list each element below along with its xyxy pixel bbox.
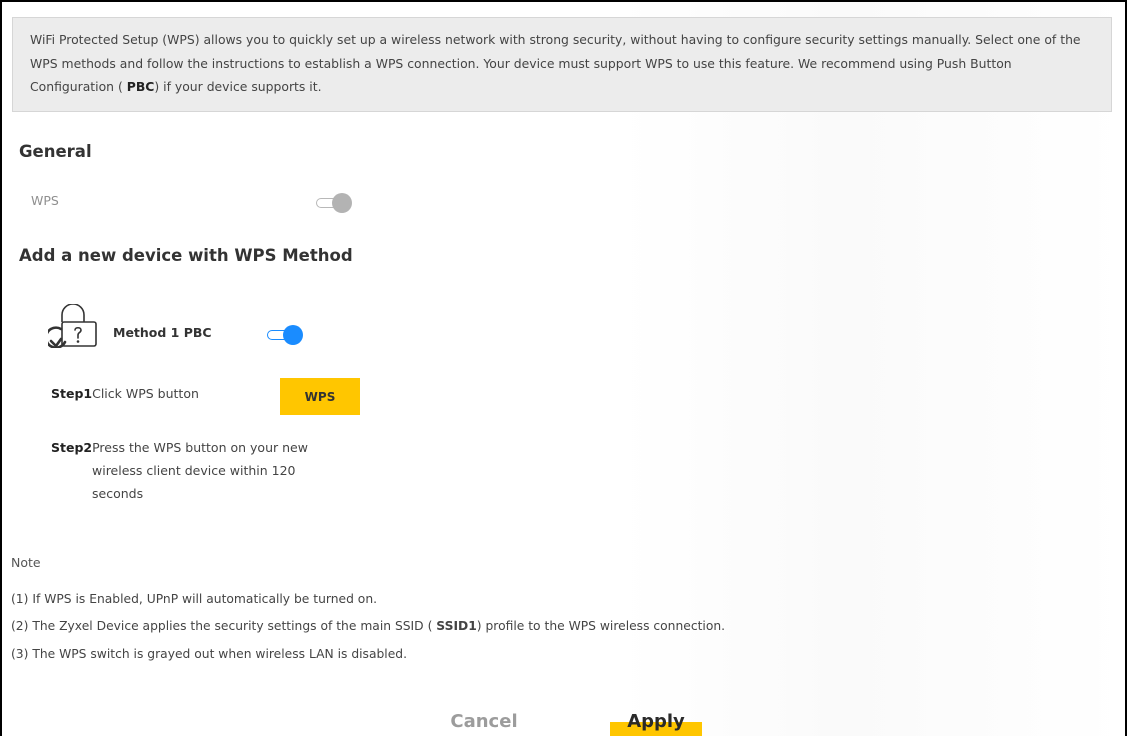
step2-number: Step2 xyxy=(51,440,93,455)
method-1-pbc-label: Method 1 PBC xyxy=(113,325,212,340)
wps-push-button[interactable]: WPS xyxy=(280,378,360,415)
step2-line2: wireless client device within 120 xyxy=(92,463,296,478)
note-line-2: (2) The Zyxel Device applies the securit… xyxy=(11,619,725,633)
wps-toggle-knob xyxy=(332,193,352,213)
note-ssid1-bold: SSID1 xyxy=(436,619,477,633)
add-device-heading: Add a new device with WPS Method xyxy=(19,246,353,265)
note-title: Note xyxy=(11,555,41,570)
info-text-end: ) if your device supports it. xyxy=(154,79,322,94)
note-line-2-end: ) profile to the WPS wireless connection… xyxy=(476,619,726,633)
wps-toggle[interactable] xyxy=(316,193,352,213)
info-pbc-bold: PBC xyxy=(126,79,155,94)
step1-number: Step1 xyxy=(51,386,93,401)
apply-button[interactable]: Apply xyxy=(610,705,702,736)
note-line-1: (1) If WPS is Enabled, UPnP will automat… xyxy=(11,592,378,606)
wps-settings-panel: WiFi Protected Setup (WPS) allows you to… xyxy=(0,0,1127,736)
wps-info-box: WiFi Protected Setup (WPS) allows you to… xyxy=(12,17,1112,112)
step2-line1: Press the WPS button on your new xyxy=(92,440,308,455)
note-line-2-start: (2) The Zyxel Device applies the securit… xyxy=(11,619,437,633)
lock-refresh-icon xyxy=(48,304,97,348)
cancel-button[interactable]: Cancel xyxy=(442,705,526,736)
wps-label: WPS xyxy=(31,193,59,208)
method-1-pbc-toggle[interactable] xyxy=(267,325,303,345)
step2-instruction: Step2Press the WPS button on your new wi… xyxy=(51,436,361,505)
method-toggle-knob xyxy=(283,325,303,345)
general-heading: General xyxy=(19,142,92,161)
step1-text: Click WPS button xyxy=(92,386,199,401)
step1-instruction: Step1Click WPS button xyxy=(51,386,199,401)
note-line-3: (3) The WPS switch is grayed out when wi… xyxy=(11,647,407,661)
step2-line3: seconds xyxy=(92,486,144,501)
